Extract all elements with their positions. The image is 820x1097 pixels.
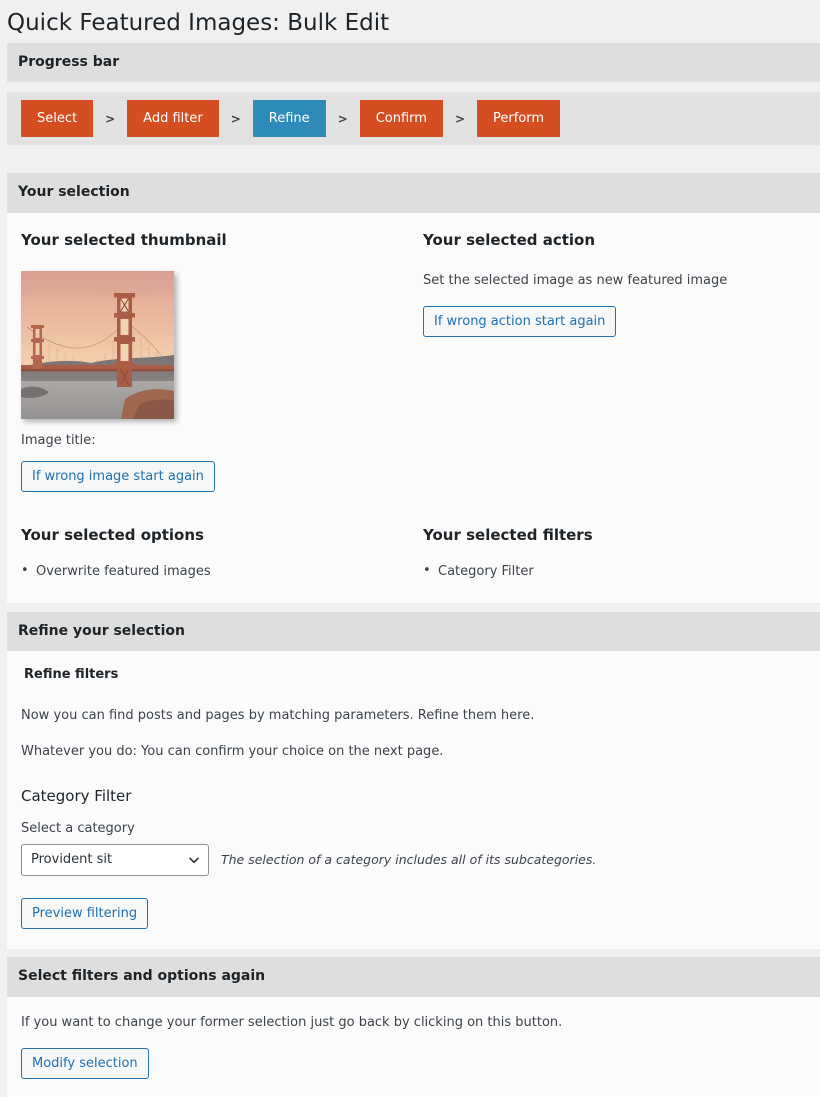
category-select-holder: Provident sit	[21, 843, 209, 877]
your-selection-panel: Your selection Your selected thumbnail I…	[7, 173, 820, 603]
select-again-description: If you want to change your former select…	[21, 1014, 563, 1030]
select-again-header: Select filters and options again	[7, 957, 820, 997]
selection-top-row: Your selected thumbnail Image title: If …	[21, 231, 806, 492]
select-again-panel: Select filters and options again If you …	[7, 957, 820, 1097]
selection-bottom-row: Your selected options Overwrite featured…	[21, 526, 806, 585]
category-select[interactable]: Provident sit	[21, 843, 209, 877]
if-wrong-action-start-again-button[interactable]: If wrong action start again	[423, 306, 617, 338]
selected-filters-list: Category Filter	[423, 561, 806, 582]
category-filter-title: Category Filter	[21, 787, 132, 806]
refine-paragraph-1: Now you can find posts and pages by matc…	[21, 708, 535, 724]
options-column: Your selected options Overwrite featured…	[21, 526, 423, 585]
progress-step-confirm[interactable]: Confirm	[359, 100, 443, 138]
thumbnail-section-title: Your selected thumbnail	[21, 231, 227, 250]
options-section-title: Your selected options	[21, 525, 204, 544]
action-section-title: Your selected action	[423, 231, 596, 250]
list-item: Overwrite featured images	[21, 561, 423, 582]
progress-step-select[interactable]: Select	[21, 100, 94, 138]
progress-separator: >	[454, 111, 466, 126]
refine-selection-body: Refine filters Now you can find posts an…	[7, 651, 820, 949]
preview-filtering-button[interactable]: Preview filtering	[21, 898, 149, 930]
progress-step-refine[interactable]: Refine	[252, 100, 326, 138]
if-wrong-image-start-again-button[interactable]: If wrong image start again	[21, 460, 215, 492]
filters-section-title: Your selected filters	[423, 525, 593, 544]
refine-paragraph-2: Whatever you do: You can confirm your ch…	[21, 743, 444, 759]
image-title-label-text: Image title:	[21, 432, 96, 448]
refine-selection-panel: Refine your selection Refine filters Now…	[7, 611, 820, 950]
category-select-row: Provident sit The selection of a categor…	[21, 843, 806, 877]
select-again-body: If you want to change your former select…	[7, 997, 820, 1097]
selected-options-list: Overwrite featured images	[21, 561, 423, 582]
spacer	[0, 602, 820, 612]
spacer	[0, 82, 820, 93]
select-a-category-label: Select a category	[21, 820, 135, 836]
progress-bar-panel: Progress bar	[7, 42, 820, 83]
progress-steps: Select > Add filter > Refine > Confirm >…	[7, 92, 820, 146]
golden-gate-bridge-image	[21, 270, 174, 419]
refine-selection-header: Refine your selection	[7, 611, 820, 652]
list-item: Category Filter	[423, 561, 806, 582]
image-title-label: Image title:	[21, 432, 423, 450]
your-selection-header: Your selection	[7, 173, 820, 214]
progress-step-perform[interactable]: Perform	[477, 100, 561, 138]
thumbnail-column: Your selected thumbnail Image title: If …	[21, 231, 423, 492]
category-select-note: The selection of a category includes all…	[221, 852, 597, 868]
progress-separator: >	[337, 111, 348, 126]
spacer	[0, 949, 820, 958]
action-column: Your selected action Set the selected im…	[423, 231, 806, 492]
progress-separator: >	[105, 111, 116, 126]
selected-thumbnail	[21, 270, 174, 419]
refine-filters-subheading: Refine filters	[24, 667, 119, 683]
progress-step-add-filter[interactable]: Add filter	[127, 100, 219, 138]
progress-bar-header: Progress bar	[7, 42, 820, 83]
action-description: Set the selected image as new featured i…	[423, 272, 728, 288]
spacer	[0, 145, 820, 174]
progress-separator: >	[230, 111, 241, 126]
filters-column: Your selected filters Category Filter	[423, 526, 806, 585]
your-selection-body: Your selected thumbnail Image title: If …	[7, 213, 820, 603]
page-title: Quick Featured Images: Bulk Edit	[7, 10, 390, 36]
